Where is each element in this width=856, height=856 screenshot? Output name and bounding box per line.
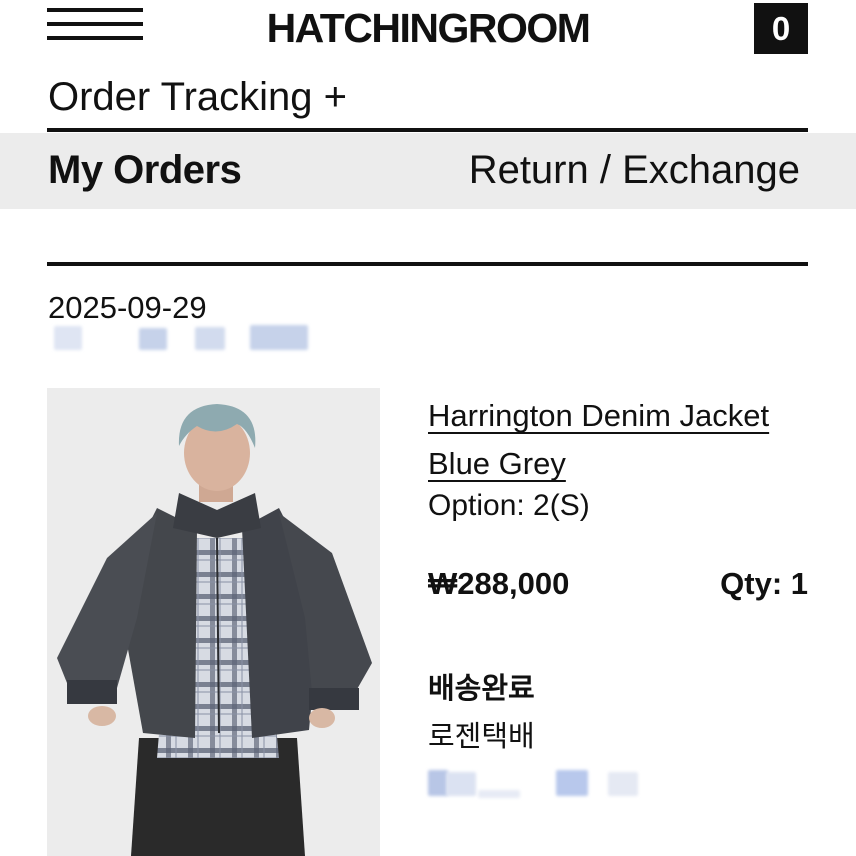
product-option: Option: 2(S) bbox=[428, 489, 590, 522]
order-date: 2025-09-29 bbox=[48, 290, 207, 325]
divider bbox=[47, 262, 808, 266]
cart-count-badge[interactable]: 0 bbox=[754, 3, 808, 54]
product-price: ₩288,000 bbox=[428, 566, 570, 601]
product-quantity: Qty: 1 bbox=[720, 566, 808, 601]
brand-logo[interactable]: HATCHINGROOM bbox=[0, 6, 856, 50]
page-title[interactable]: Order Tracking + bbox=[48, 74, 347, 120]
product-name-link[interactable]: Harrington Denim Jacket Blue Grey bbox=[428, 392, 808, 488]
divider bbox=[47, 128, 808, 132]
delivery-status: 배송완료 bbox=[428, 671, 535, 705]
delivery-carrier: 로젠택배 bbox=[428, 719, 535, 753]
tab-my-orders[interactable]: My Orders bbox=[48, 145, 242, 195]
model-photo bbox=[47, 388, 380, 856]
product-image[interactable] bbox=[47, 388, 380, 856]
tab-return-exchange[interactable]: Return / Exchange bbox=[469, 145, 800, 195]
